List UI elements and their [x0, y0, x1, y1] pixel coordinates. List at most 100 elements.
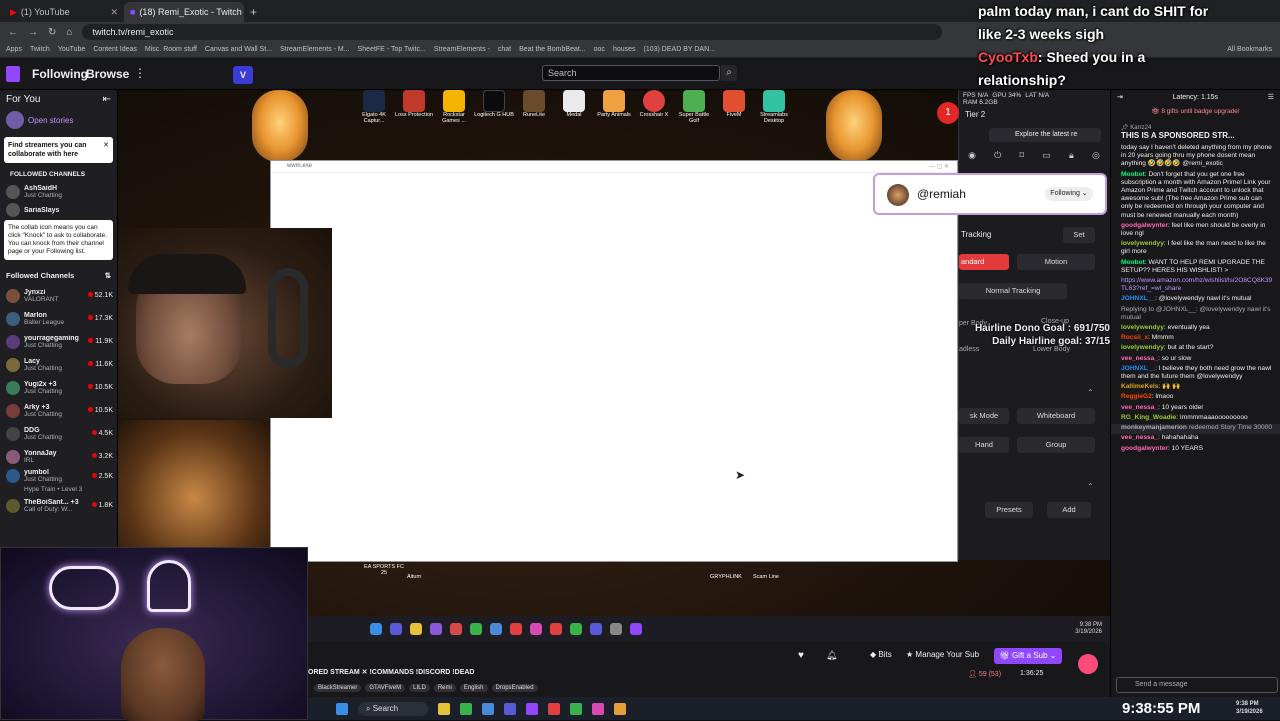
chat-username[interactable]: JOHNXL__	[1121, 365, 1155, 372]
wwm-window[interactable]: wwm.exe — ▢ ✕ ➤	[270, 160, 958, 562]
desktop-icon[interactable]: Medal	[554, 90, 594, 134]
more-icon[interactable]: ⋮	[134, 66, 146, 80]
chat-username[interactable]: vee_nessa_	[1121, 355, 1158, 362]
set-button[interactable]: Set	[1063, 227, 1095, 243]
screen-icon[interactable]: ▭	[1042, 150, 1051, 161]
folder-icon[interactable]	[438, 702, 451, 715]
channel-item[interactable]: yumbol Just Chatting 2.5K	[0, 468, 117, 484]
bookmark[interactable]: Apps	[6, 46, 22, 53]
channel-item[interactable]: DDG Just Chatting 4.5K	[0, 422, 117, 445]
standard-button[interactable]: andard	[959, 254, 1009, 270]
collapse-chat-icon[interactable]: ⇥	[1117, 93, 1123, 101]
open-stories-link[interactable]: Open stories	[28, 116, 73, 125]
desktop-icon-label[interactable]: Aitum	[394, 574, 434, 580]
desktop-icon[interactable]: Party Animals	[594, 90, 634, 134]
url-field[interactable]: twitch.tv/remi_exotic	[82, 24, 943, 40]
bell-icon[interactable]: 🔔︎	[826, 650, 837, 661]
chat-username[interactable]: Moobot	[1121, 171, 1145, 178]
channel-item[interactable]: Marlon Baller League 17.3K	[0, 307, 117, 330]
chat-username[interactable]: goodgalwynter	[1121, 222, 1168, 229]
story-item[interactable]: SariaSlays	[0, 203, 117, 217]
cut-icon[interactable]: ⌑	[1019, 150, 1024, 161]
app-icon[interactable]	[592, 702, 605, 715]
heart-icon[interactable]: ♥	[798, 650, 804, 661]
sort-icon[interactable]: ⇅	[105, 271, 111, 280]
app-icon[interactable]	[614, 702, 627, 715]
chrome-icon[interactable]	[460, 702, 473, 715]
desktop-icon[interactable]: Logitech G HUB	[474, 90, 514, 134]
search-input[interactable]: Search	[542, 65, 720, 81]
stream-tag[interactable]: BlackStreamer	[314, 684, 362, 692]
app-icon[interactable]	[548, 702, 561, 715]
taskbar-search[interactable]: ⌕ Search	[358, 701, 429, 716]
desktop-icon[interactable]: FiveM	[714, 90, 754, 134]
forward-icon[interactable]: →	[28, 27, 38, 38]
window-controls-icon[interactable]: — ▢ ✕	[929, 163, 957, 170]
channel-item[interactable]: Yugi2x +3 Just Chatting 10.5K	[0, 376, 117, 399]
stream-tag[interactable]: GTAVFiveM	[365, 684, 406, 692]
power-icon[interactable]: ⏻	[994, 150, 1001, 161]
desktop-icon[interactable]: Crosshair X	[634, 90, 674, 134]
search-icon[interactable]: ⌕	[721, 65, 737, 81]
edge-icon[interactable]	[482, 702, 495, 715]
back-icon[interactable]: ←	[8, 27, 18, 38]
desk-mode-button[interactable]: sk Mode	[959, 408, 1009, 424]
bookmark[interactable]: Beat the BombBeat...	[519, 46, 586, 53]
open-stories-row[interactable]: Open stories	[0, 109, 117, 131]
stream-tag[interactable]: DropsEnabled	[491, 684, 538, 692]
presets-select[interactable]: Presets	[985, 502, 1033, 518]
desktop-icon[interactable]: RuneLite	[514, 90, 554, 134]
chat-username[interactable]: ReggieG2	[1121, 393, 1152, 400]
collapse-icon[interactable]: ⇤	[103, 94, 111, 105]
spotify-icon[interactable]	[570, 702, 583, 715]
desktop-icon[interactable]: Rockstar Games ...	[434, 90, 474, 134]
group-button[interactable]: Group	[1017, 437, 1095, 453]
gift-sub-button[interactable]: 🎁︎ Gift a Sub ⌄	[994, 648, 1062, 664]
bookmark[interactable]: chat	[498, 46, 511, 53]
tab-twitch[interactable]: ■(18) Remi_Exotic - Twitch✕	[124, 2, 244, 22]
chat-username[interactable]: RG_King_Woadie	[1121, 414, 1176, 421]
tab-youtube[interactable]: ▶ (1) YouTube ✕	[4, 2, 124, 22]
whiteboard-button[interactable]: Whiteboard	[1017, 408, 1095, 424]
channel-item[interactable]: Jynxzi VALORANT 52.1K	[0, 284, 117, 307]
bookmark[interactable]: Misc. Room stuff	[145, 46, 197, 53]
normal-tracking-button[interactable]: Normal Tracking	[959, 283, 1067, 299]
channel-item[interactable]: Arky +3 Just Chatting 10.5K	[0, 399, 117, 422]
notification-badge[interactable]: 1	[937, 102, 959, 124]
stream-tag[interactable]: Remi	[433, 684, 456, 692]
lock-icon[interactable]: 🔒︎	[1069, 150, 1074, 161]
chat-username[interactable]: Moobot	[1121, 259, 1145, 266]
discord-icon[interactable]	[504, 702, 517, 715]
bookmark[interactable]: Content Ideas	[93, 46, 137, 53]
chat-username[interactable]: JOHNXL__	[1121, 295, 1155, 302]
desktop-icon-label[interactable]: GRYPHLINK	[706, 574, 746, 580]
desktop-icon[interactable]: Loss Protection	[394, 90, 434, 134]
wishlist-link[interactable]: https://www.amazon.com/hz/wishlist/ls/2O…	[1121, 277, 1272, 292]
windows-start-icon[interactable]	[336, 702, 348, 715]
bookmark[interactable]: SheetFE - Top Twitc...	[358, 46, 426, 53]
reload-icon[interactable]: ↻	[48, 27, 56, 38]
tier-select[interactable]: Tier 2	[965, 110, 985, 119]
chat-username[interactable]: lovelywendyy	[1121, 240, 1164, 247]
stream-tag[interactable]: English	[459, 684, 488, 692]
camera-icon[interactable]: ◉	[968, 150, 976, 161]
taskbar-clock[interactable]: 9:38:55 PM 9:38 PM 3/19/2026	[1110, 697, 1280, 720]
chat-input[interactable]: Send a message	[1116, 677, 1278, 693]
chat-username[interactable]: monkeymanjamerion	[1121, 424, 1187, 431]
pinned-message[interactable]: THIS IS A SPONSORED STR...	[1111, 131, 1280, 144]
bits-button[interactable]: ◆ Bits	[870, 650, 892, 659]
home-icon[interactable]: ⌂	[66, 27, 72, 38]
chat-username[interactable]: KallimeKels	[1121, 383, 1158, 390]
close-icon[interactable]: ✕	[103, 141, 109, 150]
channel-item[interactable]: Lacy Just Chatting 11.6K	[0, 353, 117, 376]
desktop-icon[interactable]: Streamlabs Desktop	[754, 90, 794, 134]
stream-tag[interactable]: LILD	[409, 684, 430, 692]
desktop-icon[interactable]: Elgato 4K Captur...	[354, 90, 394, 134]
chat-username[interactable]: goodgalwynter	[1121, 445, 1168, 452]
users-icon[interactable]: ☰	[1268, 93, 1274, 101]
bookmark[interactable]: YouTube	[58, 46, 86, 53]
close-tab-icon[interactable]: ✕	[110, 7, 118, 18]
bookmark[interactable]: ooc	[594, 46, 605, 53]
channel-item[interactable]: YonnaJay IRL 3.2K	[0, 445, 117, 468]
hand-button[interactable]: Hand	[959, 437, 1009, 453]
